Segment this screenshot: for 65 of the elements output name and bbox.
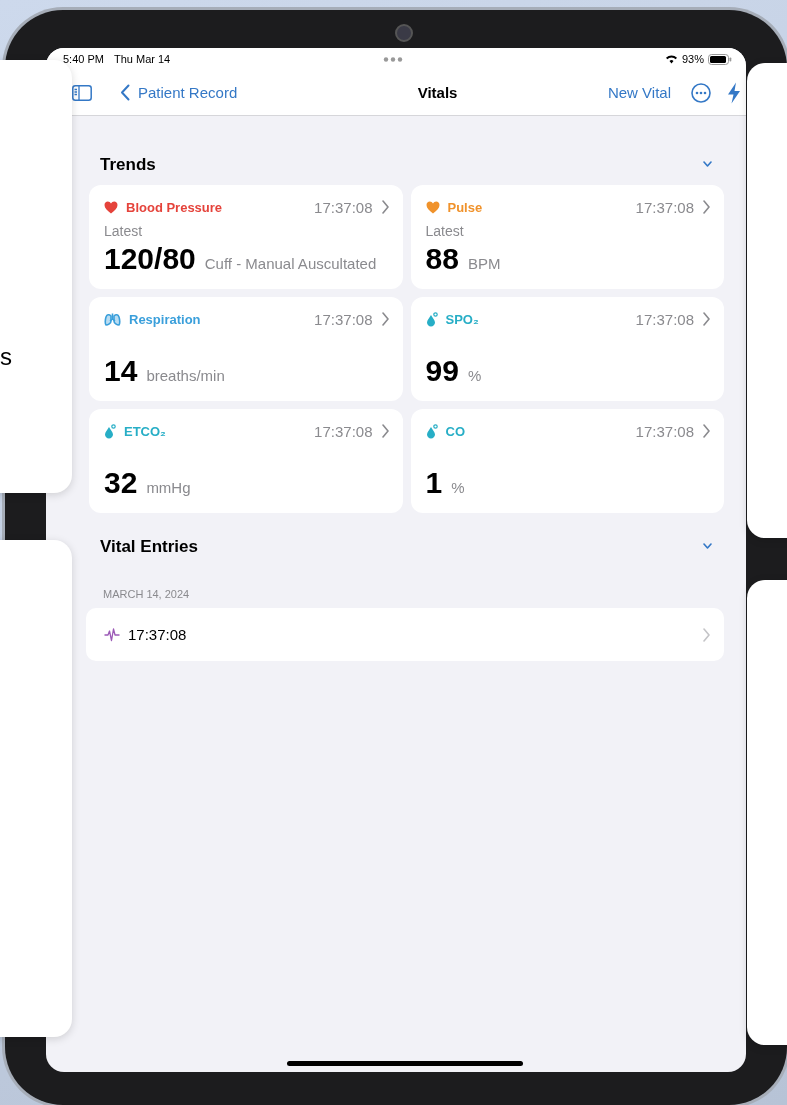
vital-card[interactable]: Blood Pressure 17:37:08 Latest 120/80 Cuff - Manual Auscultated bbox=[89, 185, 403, 289]
vital-time: 17:37:08 bbox=[314, 422, 373, 440]
chevron-icon bbox=[380, 312, 390, 326]
more-icon[interactable] bbox=[691, 82, 711, 103]
vital-title: Pulse bbox=[447, 199, 484, 215]
vital-unit: breaths/min bbox=[146, 367, 225, 384]
battery-icon bbox=[708, 53, 732, 65]
drop-icon bbox=[104, 423, 116, 439]
chevron-icon bbox=[702, 200, 711, 214]
vital-value: 14 bbox=[104, 354, 138, 388]
vital-value: 120/80 bbox=[104, 242, 196, 276]
back-chevron-icon bbox=[120, 84, 130, 101]
drop-icon bbox=[425, 311, 438, 327]
vital-time: 17:37:08 bbox=[314, 198, 373, 216]
date-header: MARCH 14, 2024 bbox=[103, 588, 191, 600]
vital-unit: Cuff - Manual Auscultated bbox=[204, 255, 377, 272]
waveform-icon bbox=[104, 627, 120, 642]
vital-unit: % bbox=[467, 367, 482, 384]
nav-title: Vitals bbox=[416, 84, 459, 101]
chevron-icon bbox=[380, 200, 390, 214]
battery-percent: 93% bbox=[681, 53, 704, 65]
vital-card[interactable]: ETCO₂ 17:37:08 32 mmHg bbox=[89, 409, 403, 513]
vital-card[interactable]: Respiration 17:37:08 14 breaths/min bbox=[89, 297, 403, 401]
section-title: Vital Entries bbox=[100, 537, 198, 557]
section-title: Trends bbox=[100, 155, 156, 175]
vital-card[interactable]: SPO₂ 17:37:08 99 % bbox=[410, 297, 724, 401]
vital-value: 99 bbox=[425, 354, 459, 388]
vital-card[interactable]: CO 17:37:08 1 % bbox=[410, 409, 724, 513]
latest-label: Latest bbox=[104, 223, 144, 240]
latest-label: Latest bbox=[425, 223, 465, 240]
wifi-icon bbox=[664, 54, 678, 64]
vital-title: Respiration bbox=[129, 311, 202, 327]
new-vital-button[interactable]: New Vital bbox=[607, 84, 671, 101]
chevron-icon bbox=[702, 424, 711, 438]
vital-title: Blood Pressure bbox=[126, 199, 224, 215]
vital-unit: BPM bbox=[467, 255, 501, 272]
entry-row[interactable]: 17:37:08 bbox=[86, 608, 724, 661]
drop-icon bbox=[425, 423, 438, 439]
lightning-bolt-icon[interactable] bbox=[727, 81, 741, 104]
chevron-icon bbox=[702, 312, 711, 326]
status-date: Thu Mar 14 bbox=[113, 53, 171, 65]
back-button[interactable]: Patient Record bbox=[120, 84, 238, 101]
vital-time: 17:37:08 bbox=[314, 310, 373, 328]
sidebar-icon[interactable] bbox=[72, 84, 92, 101]
vital-value: 88 bbox=[425, 242, 459, 276]
chevron-icon bbox=[702, 627, 711, 642]
vital-title: CO bbox=[445, 423, 466, 439]
vital-card[interactable]: Pulse 17:37:08 Latest 88 BPM bbox=[410, 185, 724, 289]
vital-title: ETCO₂ bbox=[124, 423, 167, 439]
multitasking-dots-icon[interactable] bbox=[382, 56, 403, 62]
vital-value: 32 bbox=[104, 466, 138, 500]
heart-icon bbox=[425, 200, 440, 214]
heart-icon bbox=[104, 200, 118, 214]
vital-unit: mmHg bbox=[146, 479, 191, 496]
vital-unit: % bbox=[451, 479, 465, 496]
lungs-icon bbox=[104, 312, 121, 326]
vital-value: 1 bbox=[425, 466, 443, 500]
vital-time: 17:37:08 bbox=[635, 422, 694, 440]
vital-title: SPO₂ bbox=[445, 311, 480, 327]
vital-time: 17:37:08 bbox=[635, 310, 694, 328]
chevron-icon bbox=[380, 424, 390, 438]
entry-time: 17:37:08 bbox=[128, 626, 188, 643]
vital-time: 17:37:08 bbox=[635, 198, 694, 216]
window-text: s bbox=[0, 343, 12, 371]
camera-icon bbox=[395, 24, 413, 42]
